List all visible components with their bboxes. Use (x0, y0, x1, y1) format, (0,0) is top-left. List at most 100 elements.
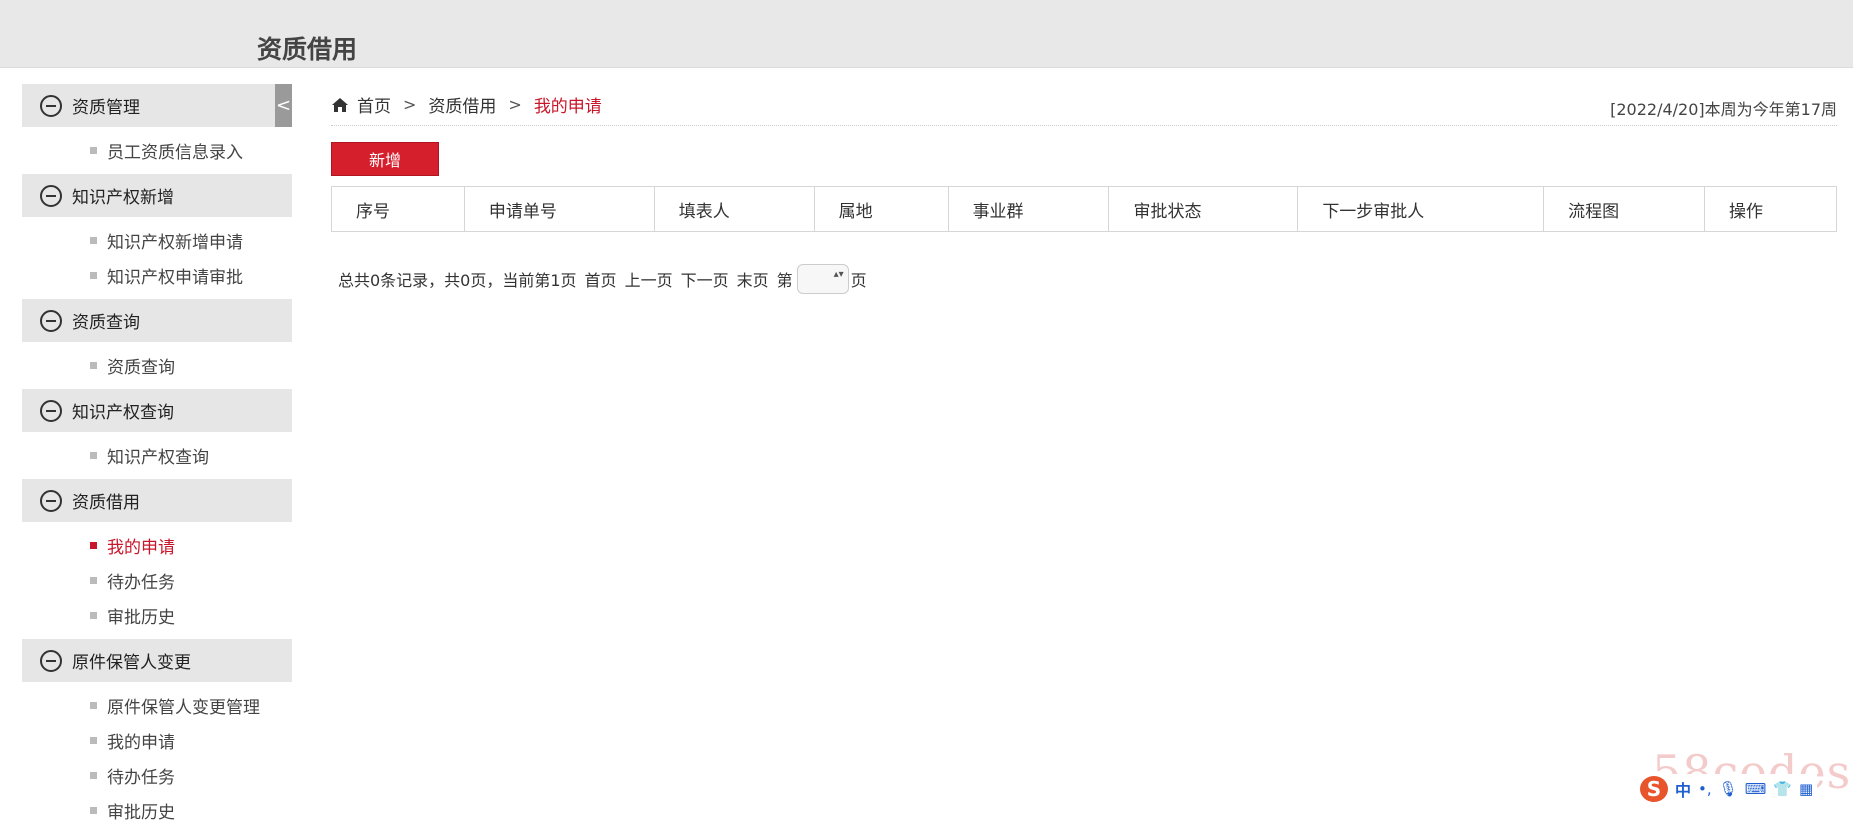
sidebar-item-label: 知识产权申请审批 (107, 268, 243, 288)
toolbox-grid-icon[interactable]: ▦ (1799, 780, 1813, 798)
bullet-square-icon (90, 452, 97, 459)
breadcrumb-section[interactable]: 资质借用 (428, 92, 496, 117)
bullet-square-icon (90, 272, 97, 279)
breadcrumb-home[interactable]: 首页 (357, 92, 391, 117)
pager-first-link[interactable]: 首页 (585, 267, 617, 291)
bullet-square-icon (90, 362, 97, 369)
sidebar-sublist: 我的申请 待办任务 审批历史 (22, 522, 292, 639)
ime-mode-indicator[interactable]: 中 (1675, 777, 1691, 801)
sidebar-item-label: 知识产权新增申请 (107, 233, 243, 253)
bullet-square-icon (90, 702, 97, 709)
pager-page-suffix: 页 (850, 271, 867, 290)
sidebar-group-label: 资质管理 (72, 98, 140, 118)
bullet-square-icon (90, 237, 97, 244)
sidebar-item-ip-query[interactable]: 知识产权查询 (90, 438, 292, 473)
column-header-filler: 填表人 (653, 186, 815, 232)
pager-prev-link[interactable]: 上一页 (625, 267, 673, 291)
sidebar-group-label: 原件保管人变更 (72, 653, 191, 673)
sidebar-item-label: 知识产权查询 (107, 448, 209, 468)
applications-table: 序号 申请单号 填表人 属地 事业群 审批状态 下一步审批人 流程图 操作 (331, 186, 1837, 232)
top-header-bar: 资质借用 (0, 0, 1853, 68)
bullet-square-icon (90, 772, 97, 779)
column-header-application-no: 申请单号 (463, 186, 655, 232)
skin-shirt-icon[interactable]: 👕 (1773, 780, 1792, 798)
sidebar-group-ip-query[interactable]: 知识产权查询 (22, 389, 292, 432)
sidebar-item-label: 原件保管人变更管理 (107, 698, 260, 718)
sidebar-item-label: 我的申请 (107, 538, 175, 558)
column-header-approval-status: 审批状态 (1108, 186, 1299, 232)
sidebar-item-pending-tasks[interactable]: 待办任务 (90, 563, 292, 598)
pager-page-prefix: 第 (776, 271, 793, 290)
collapse-minus-icon (40, 94, 62, 117)
pager-last-link[interactable]: 末页 (737, 267, 769, 291)
collapse-minus-icon (40, 309, 62, 332)
sidebar-item-my-applications-2[interactable]: 我的申请 (90, 723, 292, 758)
ime-toolbar: S 中 •, 🎙 ⌨ 👕 ▦ (1636, 774, 1818, 804)
keyboard-icon[interactable]: ⌨ (1745, 780, 1767, 798)
collapse-minus-icon (40, 399, 62, 422)
home-icon[interactable] (331, 97, 349, 113)
sidebar-sublist: 知识产权新增申请 知识产权申请审批 (22, 217, 292, 299)
bullet-square-icon (90, 737, 97, 744)
sidebar-item-label: 资质查询 (107, 358, 175, 378)
sidebar-sublist: 资质查询 (22, 342, 292, 389)
sidebar-item-label: 员工资质信息录入 (107, 143, 243, 163)
add-button[interactable]: 新增 (331, 142, 439, 176)
sidebar-group-qualification-borrow[interactable]: 资质借用 (22, 479, 292, 522)
sidebar-group-label: 知识产权查询 (72, 403, 174, 423)
sidebar-item-custodian-change-management[interactable]: 原件保管人变更管理 (90, 688, 292, 723)
bullet-square-icon (90, 542, 97, 549)
pagination: 总共0条记录，共0页，当前第1页 首页 上一页 下一页 末页 第 页 (331, 264, 1837, 294)
sidebar-group-label: 资质借用 (72, 493, 140, 513)
sidebar-sublist: 知识产权查询 (22, 432, 292, 479)
sidebar-sublist: 原件保管人变更管理 我的申请 待办任务 审批历史 (22, 682, 292, 834)
column-header-next-approver: 下一步审批人 (1297, 186, 1545, 232)
sidebar-collapse-toggle[interactable]: < (275, 84, 292, 127)
pager-next-link[interactable]: 下一页 (681, 267, 729, 291)
sidebar-menu: 资质管理 < 员工资质信息录入 知识产权新增 知识产权新增申请 知识产权申请审批… (22, 84, 292, 834)
breadcrumb-current: 我的申请 (533, 97, 602, 117)
sidebar-sublist: 员工资质信息录入 (22, 127, 292, 174)
table-header-row: 序号 申请单号 填表人 属地 事业群 审批状态 下一步审批人 流程图 操作 (331, 186, 1837, 232)
sidebar-item-label: 待办任务 (107, 768, 175, 788)
main-content: 首页 > 资质借用 > 我的申请 [2022/4/20]本周为今年第17周 新增… (331, 84, 1837, 294)
bullet-square-icon (90, 807, 97, 814)
app-title: 资质借用 (257, 35, 358, 64)
sidebar-item-qualification-query[interactable]: 资质查询 (90, 348, 292, 383)
collapse-minus-icon (40, 489, 62, 512)
bullet-square-icon (90, 147, 97, 154)
sidebar-item-approval-history[interactable]: 审批历史 (90, 598, 292, 633)
bullet-square-icon (90, 577, 97, 584)
column-header-business-group: 事业群 (947, 186, 1110, 232)
column-header-flowchart: 流程图 (1543, 186, 1706, 232)
week-info: [2022/4/20]本周为今年第17周 (1610, 100, 1837, 119)
sidebar-item-label: 审批历史 (107, 608, 175, 628)
sidebar-group-custodian-change[interactable]: 原件保管人变更 (22, 639, 292, 682)
chevron-right-icon: > (508, 95, 522, 114)
page-number-select[interactable] (796, 264, 849, 294)
sidebar-group-qualification-management[interactable]: 资质管理 < (22, 84, 292, 127)
sidebar-item-my-applications[interactable]: 我的申请 (90, 528, 292, 563)
sidebar-item-label: 我的申请 (107, 733, 175, 753)
collapse-minus-icon (40, 184, 62, 207)
sidebar-group-label: 知识产权新增 (72, 188, 174, 208)
bullet-square-icon (90, 612, 97, 619)
collapse-minus-icon (40, 649, 62, 672)
sidebar-item-ip-add-application[interactable]: 知识产权新增申请 (90, 223, 292, 258)
sidebar-group-ip-add[interactable]: 知识产权新增 (22, 174, 292, 217)
sidebar-item-approval-history-2[interactable]: 审批历史 (90, 793, 292, 828)
pager-summary: 总共0条记录，共0页，当前第1页 (338, 271, 577, 290)
sidebar-item-label: 待办任务 (107, 573, 175, 593)
sidebar-group-label: 资质查询 (72, 313, 140, 333)
sidebar-item-ip-application-approval[interactable]: 知识产权申请审批 (90, 258, 292, 293)
column-header-location: 属地 (813, 186, 949, 232)
punctuation-icon[interactable]: •, (1698, 780, 1712, 798)
microphone-icon[interactable]: 🎙 (1719, 780, 1738, 798)
chevron-right-icon: > (403, 95, 417, 114)
sidebar-item-employee-qualification-entry[interactable]: 员工资质信息录入 (90, 133, 292, 168)
breadcrumb: 首页 > 资质借用 > 我的申请 [2022/4/20]本周为今年第17周 (331, 84, 1837, 126)
sidebar-group-qualification-query[interactable]: 资质查询 (22, 299, 292, 342)
sidebar-item-pending-tasks-2[interactable]: 待办任务 (90, 758, 292, 793)
sogou-logo-icon[interactable]: S (1640, 776, 1668, 802)
column-header-index: 序号 (331, 186, 465, 232)
